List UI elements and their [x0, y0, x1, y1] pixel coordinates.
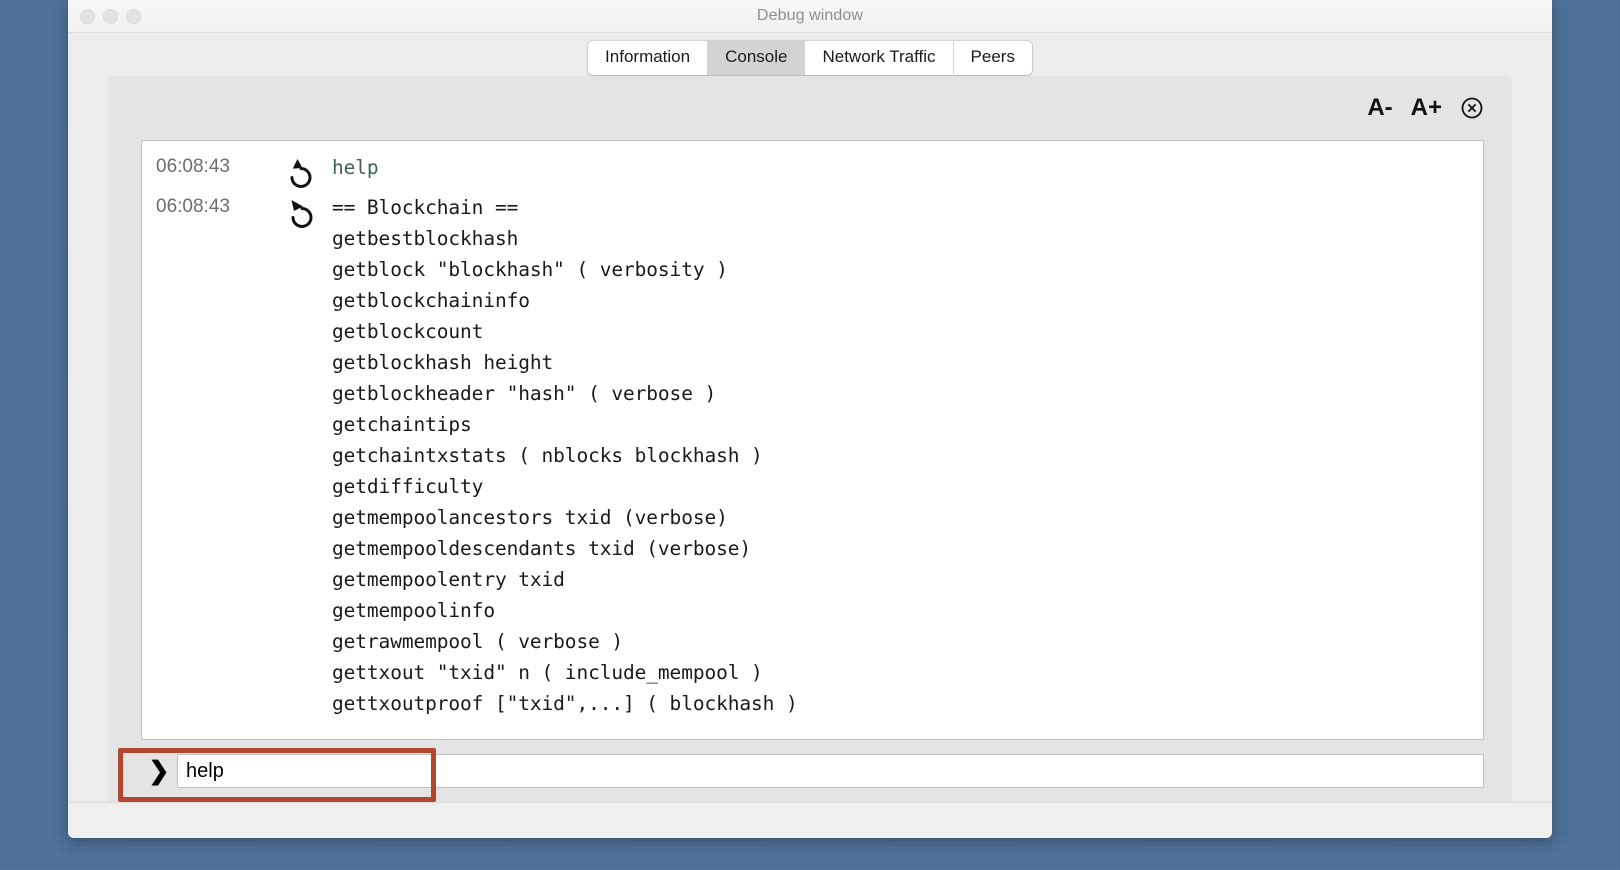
entry-text: == Blockchain == getbestblockhash getblo…	[332, 196, 798, 715]
clear-console-icon[interactable]	[1460, 96, 1484, 120]
prompt-chevron-icon: ❯	[148, 756, 170, 785]
debug-window: Debug window Information Console Network…	[68, 0, 1552, 838]
tab-network-traffic[interactable]: Network Traffic	[805, 40, 954, 75]
console-panel: A- A+ 06:08:43 help 06:08:43 == Blockcha…	[108, 76, 1512, 802]
window-title: Debug window	[756, 7, 864, 24]
response-in-icon	[270, 192, 332, 229]
window-titlebar: Debug window	[68, 0, 1552, 33]
tab-bar: Information Console Network Traffic Peer…	[68, 33, 1552, 76]
console-entry-list: 06:08:43 help 06:08:43 == Blockchain == …	[142, 141, 1483, 719]
close-button[interactable]	[80, 8, 95, 24]
tab-information[interactable]: Information	[588, 40, 709, 75]
console-toolbar: A- A+	[108, 76, 1512, 140]
font-increase-button[interactable]: A+	[1411, 96, 1442, 120]
window-controls	[80, 0, 141, 32]
entry-timestamp: 06:08:43	[156, 156, 230, 177]
console-input-row: ❯	[108, 740, 1512, 802]
tab-peers[interactable]: Peers	[953, 40, 1032, 75]
request-out-icon	[270, 152, 332, 189]
console-entry: 06:08:43 help	[142, 149, 1483, 189]
entry-text: help	[332, 156, 379, 179]
window-footer	[68, 802, 1552, 838]
minimize-button[interactable]	[103, 8, 118, 24]
tab-group: Information Console Network Traffic Peer…	[588, 40, 1032, 75]
console-entry: 06:08:43 == Blockchain == getbestblockha…	[142, 189, 1483, 719]
tab-console[interactable]: Console	[708, 40, 806, 75]
entry-timestamp: 06:08:43	[156, 196, 230, 217]
font-decrease-button[interactable]: A-	[1367, 96, 1392, 120]
console-output-area[interactable]: 06:08:43 help 06:08:43 == Blockchain == …	[141, 140, 1484, 740]
zoom-button[interactable]	[126, 8, 141, 24]
command-input[interactable]	[177, 754, 1484, 788]
